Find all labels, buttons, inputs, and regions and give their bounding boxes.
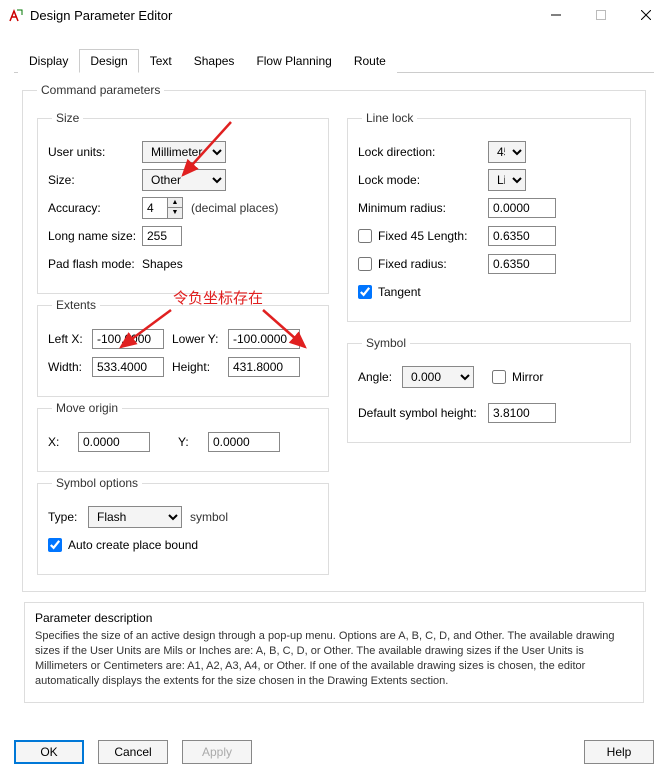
moveorigin-x-label: X: [48,435,78,449]
tangent-label: Tangent [378,285,421,299]
parameter-description-legend: Parameter description [35,611,633,625]
command-parameters-group: Command parameters Size User units: Mill… [22,83,646,592]
minradius-input[interactable] [488,198,556,218]
spin-down-icon[interactable]: ▼ [168,208,182,218]
cancel-button[interactable]: Cancel [98,740,168,764]
autocreate-checkbox-input[interactable] [48,538,62,552]
close-button[interactable] [623,1,668,29]
longname-input[interactable] [142,226,182,246]
tangent-checkbox-input[interactable] [358,285,372,299]
linelock-group: Line lock Lock direction: 45 Lock mode: … [347,111,631,322]
parameter-description-text: Specifies the size of an active design t… [35,629,633,688]
moveorigin-x-input[interactable] [78,432,150,452]
leftx-input[interactable] [92,329,164,349]
symbol-type-label: Type: [48,510,88,524]
lowery-label: Lower Y: [172,332,228,346]
ok-button[interactable]: OK [14,740,84,764]
size-group: Size User units: Millimeter Size: Other … [37,111,329,294]
accuracy-input[interactable] [143,199,167,217]
symbolopts-legend: Symbol options [52,476,142,490]
tab-shapes[interactable]: Shapes [183,49,246,73]
padflash-label: Pad flash mode: [48,257,142,271]
tab-display[interactable]: Display [18,49,79,73]
parameter-description-group: Parameter description Specifies the size… [24,602,644,703]
angle-label: Angle: [358,370,402,384]
maximize-button[interactable] [578,1,623,29]
symbol-type-suffix: symbol [190,510,228,524]
accuracy-spinner[interactable]: ▲▼ [142,197,183,219]
fixed45-label: Fixed 45 Length: [378,229,467,243]
tabstrip: Display Design Text Shapes Flow Planning… [18,48,654,72]
tab-flow-planning[interactable]: Flow Planning [245,49,342,73]
width-label: Width: [48,360,92,374]
window-title: Design Parameter Editor [30,8,533,23]
padflash-value: Shapes [142,257,183,271]
lockdir-label: Lock direction: [358,145,488,159]
spin-up-icon[interactable]: ▲ [168,198,182,208]
titlebar: Design Parameter Editor [0,0,668,30]
width-input[interactable] [92,357,164,377]
moveorigin-group: Move origin X: Y: [37,401,329,472]
tangent-checkbox[interactable]: Tangent [358,285,421,299]
app-icon [8,7,24,23]
command-parameters-legend: Command parameters [37,83,164,97]
height-label: Height: [172,360,228,374]
accuracy-hint: (decimal places) [191,201,278,215]
lowery-input[interactable] [228,329,300,349]
leftx-label: Left X: [48,332,92,346]
linelock-legend: Line lock [362,111,417,125]
mirror-checkbox[interactable]: Mirror [492,370,543,384]
moveorigin-legend: Move origin [52,401,122,415]
fixed45-input[interactable] [488,226,556,246]
size-select[interactable]: Other [142,169,226,191]
help-button[interactable]: Help [584,740,654,764]
autocreate-checkbox[interactable]: Auto create place bound [48,534,318,556]
symbol-legend: Symbol [362,336,410,350]
fixedradius-input[interactable] [488,254,556,274]
symbol-group: Symbol Angle: 0.000 Mirror Default symbo… [347,336,631,443]
defheight-input[interactable] [488,403,556,423]
size-label: Size: [48,173,142,187]
tab-route[interactable]: Route [343,49,397,73]
lockmode-label: Lock mode: [358,173,488,187]
minimize-button[interactable] [533,1,578,29]
symbolopts-group: Symbol options Type: Flash symbol Auto c… [37,476,329,575]
longname-label: Long name size: [48,229,142,243]
fixedradius-checkbox-input[interactable] [358,257,372,271]
mirror-checkbox-input[interactable] [492,370,506,384]
userunits-select[interactable]: Millimeter [142,141,226,163]
extents-legend: Extents [52,298,100,312]
userunits-label: User units: [48,145,142,159]
fixed45-checkbox-input[interactable] [358,229,372,243]
lockdir-select[interactable]: 45 [488,141,526,163]
minradius-label: Minimum radius: [358,201,488,215]
tab-design[interactable]: Design [79,49,138,73]
tab-text[interactable]: Text [139,49,183,73]
moveorigin-y-label: Y: [178,435,208,449]
fixedradius-checkbox[interactable]: Fixed radius: [358,257,488,271]
height-input[interactable] [228,357,300,377]
symbol-type-select[interactable]: Flash [88,506,182,528]
fixedradius-label: Fixed radius: [378,257,447,271]
accuracy-label: Accuracy: [48,201,142,215]
mirror-label: Mirror [512,370,543,384]
size-legend: Size [52,111,83,125]
extents-group: Extents Left X: Lower Y: Width: Height: [37,298,329,397]
moveorigin-y-input[interactable] [208,432,280,452]
defheight-label: Default symbol height: [358,406,488,420]
apply-button[interactable]: Apply [182,740,252,764]
lockmode-select[interactable]: Line [488,169,526,191]
angle-select[interactable]: 0.000 [402,366,474,388]
button-bar: OK Cancel Apply Help [0,730,668,774]
autocreate-label: Auto create place bound [68,538,198,552]
fixed45-checkbox[interactable]: Fixed 45 Length: [358,229,488,243]
